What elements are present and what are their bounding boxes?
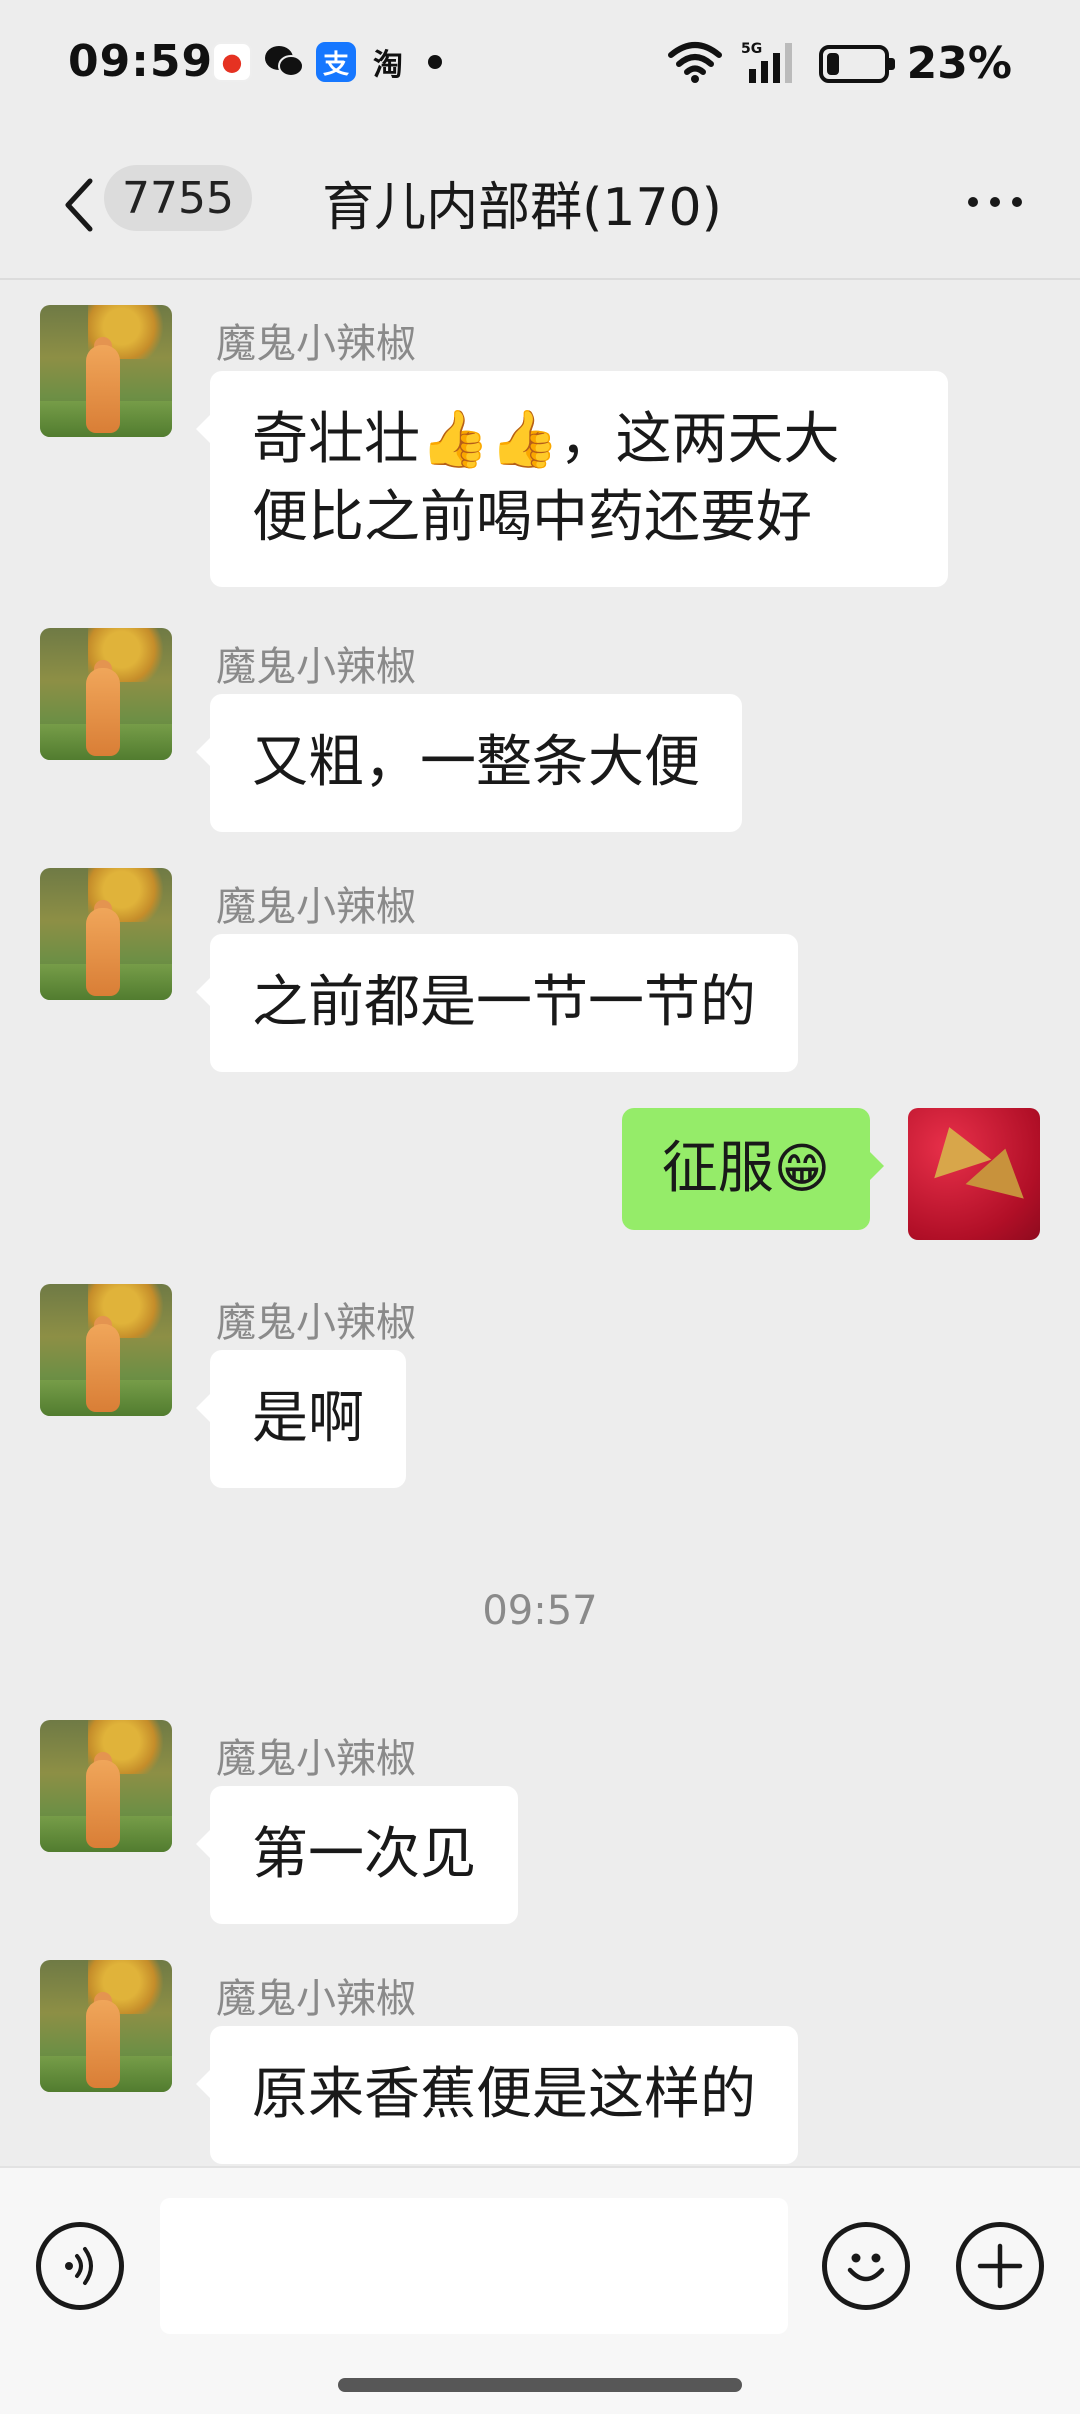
sender-avatar[interactable] bbox=[40, 628, 172, 760]
status-indicators: 5G 23% bbox=[667, 38, 1012, 89]
sender-name: 魔鬼小辣椒 bbox=[216, 644, 416, 690]
sender-name: 魔鬼小辣椒 bbox=[216, 1736, 416, 1782]
message-timestamp: 09:57 bbox=[482, 1588, 598, 1634]
voice-icon bbox=[65, 2247, 93, 2285]
my-avatar[interactable] bbox=[908, 1108, 1040, 1240]
battery-icon bbox=[818, 44, 895, 83]
status-bar: 09:59 ● 支 淘 5G 23% bbox=[0, 0, 1080, 125]
sender-avatar[interactable] bbox=[40, 305, 172, 437]
message-input[interactable] bbox=[160, 2198, 788, 2334]
message-bubble[interactable]: 原来香蕉便是这样的 bbox=[196, 2026, 798, 2164]
paper-crane-icon bbox=[965, 1141, 1035, 1199]
message-bubble[interactable]: 是啊 bbox=[196, 1350, 406, 1488]
emoji-button[interactable] bbox=[822, 2222, 910, 2310]
alipay-icon: 支 bbox=[316, 42, 356, 82]
grin-emoji-icon: 😁 bbox=[773, 1137, 830, 1200]
voice-input-button[interactable] bbox=[36, 2222, 124, 2310]
message-bubble[interactable]: 又粗，一整条大便 bbox=[196, 694, 742, 832]
chat-title: 育儿内部群(170) bbox=[322, 178, 722, 238]
home-indicator[interactable] bbox=[338, 2378, 742, 2392]
message-bubble[interactable]: 奇壮壮👍👍，这两天大 便比之前喝中药还要好 bbox=[196, 371, 948, 587]
cellular-signal-icon: 5G bbox=[741, 39, 801, 89]
message-line: 又粗，一整条大便 bbox=[252, 730, 700, 795]
message-line: 之前都是一节一节的 bbox=[252, 970, 756, 1035]
sender-avatar[interactable] bbox=[40, 1720, 172, 1852]
message-line: 原来香蕉便是这样的 bbox=[252, 2062, 756, 2127]
sender-name: 魔鬼小辣椒 bbox=[216, 1976, 416, 2022]
more-notifications-dot bbox=[428, 55, 442, 69]
more-dot-icon bbox=[1012, 197, 1022, 207]
sender-avatar[interactable] bbox=[40, 1284, 172, 1416]
chat-header: 7755 育儿内部群(170) bbox=[0, 125, 1080, 280]
sender-avatar[interactable] bbox=[40, 868, 172, 1000]
more-options-button[interactable] bbox=[950, 177, 1040, 227]
message-text: 征服 bbox=[661, 1136, 774, 1201]
sender-name: 魔鬼小辣椒 bbox=[216, 884, 416, 930]
message-bubble[interactable]: 第一次见 bbox=[196, 1786, 518, 1924]
battery-level bbox=[826, 52, 839, 75]
smiley-icon bbox=[847, 2253, 885, 2282]
message-bubble[interactable]: 之前都是一节一节的 bbox=[196, 934, 798, 1072]
svg-text:5G: 5G bbox=[741, 41, 762, 57]
taobao-icon: 淘 bbox=[373, 48, 403, 83]
chat-input-bar bbox=[0, 2166, 1080, 2414]
message-line: 是啊 bbox=[252, 1386, 364, 1451]
more-dot-icon bbox=[968, 197, 978, 207]
more-dot-icon bbox=[990, 197, 1000, 207]
battery-percent: 23% bbox=[906, 38, 1012, 89]
chat-screen: 09:59 ● 支 淘 5G 23% 7755 育儿内部群(170) 魔鬼小辣椒… bbox=[0, 0, 1080, 2414]
sender-name: 魔鬼小辣椒 bbox=[216, 321, 416, 367]
wifi-icon bbox=[667, 41, 723, 87]
more-functions-button[interactable] bbox=[956, 2222, 1044, 2310]
my-message-bubble[interactable]: 征服😁 bbox=[621, 1108, 885, 1230]
status-time: 09:59 bbox=[68, 36, 214, 87]
message-line: 便比之前喝中药还要好 bbox=[252, 485, 812, 550]
plus-icon bbox=[977, 2243, 1023, 2289]
notification-icons: ● 支 淘 bbox=[212, 42, 442, 83]
message-line: 第一次见 bbox=[252, 1822, 476, 1887]
sender-name: 魔鬼小辣椒 bbox=[216, 1300, 416, 1346]
message-line: 奇壮壮👍👍，这两天大 bbox=[252, 407, 840, 472]
sender-avatar[interactable] bbox=[40, 1960, 172, 2092]
news-app-icon: ● bbox=[212, 42, 252, 82]
wechat-icon bbox=[264, 42, 304, 82]
